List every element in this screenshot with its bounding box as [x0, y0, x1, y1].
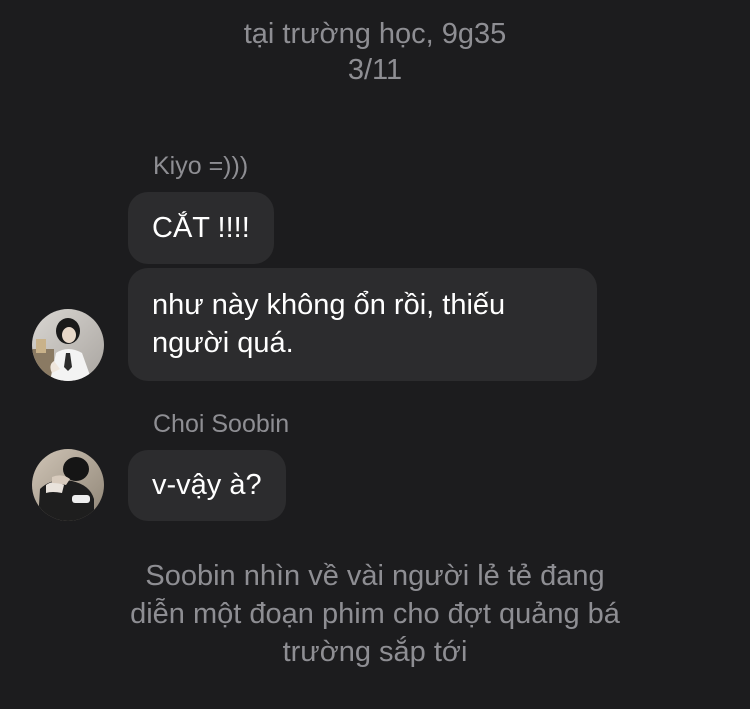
message-text: người quá. — [152, 327, 294, 359]
narration-line: Soobin nhìn về vài người lẻ tẻ đang — [145, 560, 605, 592]
avatar-photo-icon — [32, 309, 104, 381]
sender-name-kiyo: Kiyo =))) — [153, 152, 249, 180]
message-bubble[interactable]: CẮT !!!! — [128, 192, 274, 264]
avatar-kiyo[interactable] — [32, 309, 104, 381]
message-bubble[interactable]: như này không ổn rồi, thiếu người quá. — [128, 268, 597, 381]
narration-line: trường sắp tới — [282, 636, 468, 668]
date-label: 3/11 — [347, 54, 403, 86]
message-bubble[interactable]: v-vậy à? — [128, 450, 286, 521]
message-text: như này không ổn rồi, thiếu — [152, 289, 506, 321]
chat-header: tại trường học, 9g35 3/11 — [0, 16, 750, 88]
avatar-soobin[interactable] — [32, 449, 104, 521]
message-text: v-vậy à? — [152, 469, 262, 501]
narration-text: Soobin nhìn về vài người lẻ tẻ đang diễn… — [0, 557, 750, 671]
avatar-photo-icon — [32, 449, 104, 521]
narration-line: diễn một đoạn phim cho đợt quảng bá — [130, 598, 620, 630]
sender-name-soobin: Choi Soobin — [153, 410, 290, 438]
location-time-label: tại trường học, 9g35 — [243, 18, 507, 50]
message-text: CẮT !!!! — [152, 212, 250, 244]
